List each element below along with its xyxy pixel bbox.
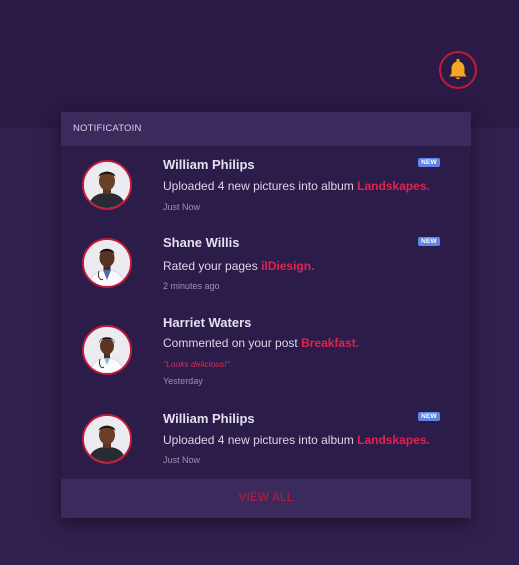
sender-name: William Philips — [163, 157, 255, 172]
timestamp: Just Now — [163, 202, 201, 212]
message-link[interactable]: Landskapes. — [357, 179, 430, 193]
message-link[interactable]: ilDiesign. — [261, 259, 314, 273]
new-badge: NEW — [418, 158, 440, 167]
notification-item[interactable]: Shane Willis NEW Rated your pages ilDies… — [61, 226, 471, 304]
panel-title: NOTIFICATOIN — [61, 112, 471, 146]
message-text: Uploaded 4 new pictures into album — [163, 433, 358, 447]
avatar — [82, 238, 132, 288]
notification-panel: NOTIFICATOIN William Philips NEW Uploade… — [61, 112, 471, 518]
view-all-button[interactable]: VIEW ALL — [61, 479, 471, 518]
message-link[interactable]: Breakfast. — [301, 336, 359, 350]
notification-message: Commented on your post Breakfast. — [163, 336, 359, 350]
avatar — [82, 160, 132, 210]
message-text: Uploaded 4 new pictures into album — [163, 179, 358, 193]
avatar — [82, 325, 132, 375]
bell-icon — [449, 58, 467, 80]
timestamp: 2 minutes ago — [163, 281, 220, 291]
notification-item[interactable]: Harriet Waters Commented on your post Br… — [61, 304, 471, 398]
notification-message: Rated your pages ilDiesign. — [163, 259, 314, 273]
message-text: Commented on your post — [163, 336, 302, 350]
sender-name: Harriet Waters — [163, 315, 252, 330]
avatar — [82, 414, 132, 464]
notification-item[interactable]: William Philips NEW Uploaded 4 new pictu… — [61, 398, 471, 479]
notification-message: Uploaded 4 new pictures into album Lands… — [163, 179, 430, 193]
notification-message: Uploaded 4 new pictures into album Lands… — [163, 433, 430, 447]
notification-bell-button[interactable] — [439, 51, 477, 89]
sender-name: Shane Willis — [163, 235, 240, 250]
timestamp: Just Now — [163, 455, 201, 465]
new-badge: NEW — [418, 412, 440, 421]
new-badge: NEW — [418, 237, 440, 246]
sender-name: William Philips — [163, 411, 255, 426]
comment-quote: "Looks delicious!" — [163, 359, 230, 369]
message-link[interactable]: Landskapes. — [357, 433, 430, 447]
notification-item[interactable]: William Philips NEW Uploaded 4 new pictu… — [61, 146, 471, 226]
message-text: Rated your pages — [163, 259, 262, 273]
timestamp: Yesterday — [163, 376, 203, 386]
